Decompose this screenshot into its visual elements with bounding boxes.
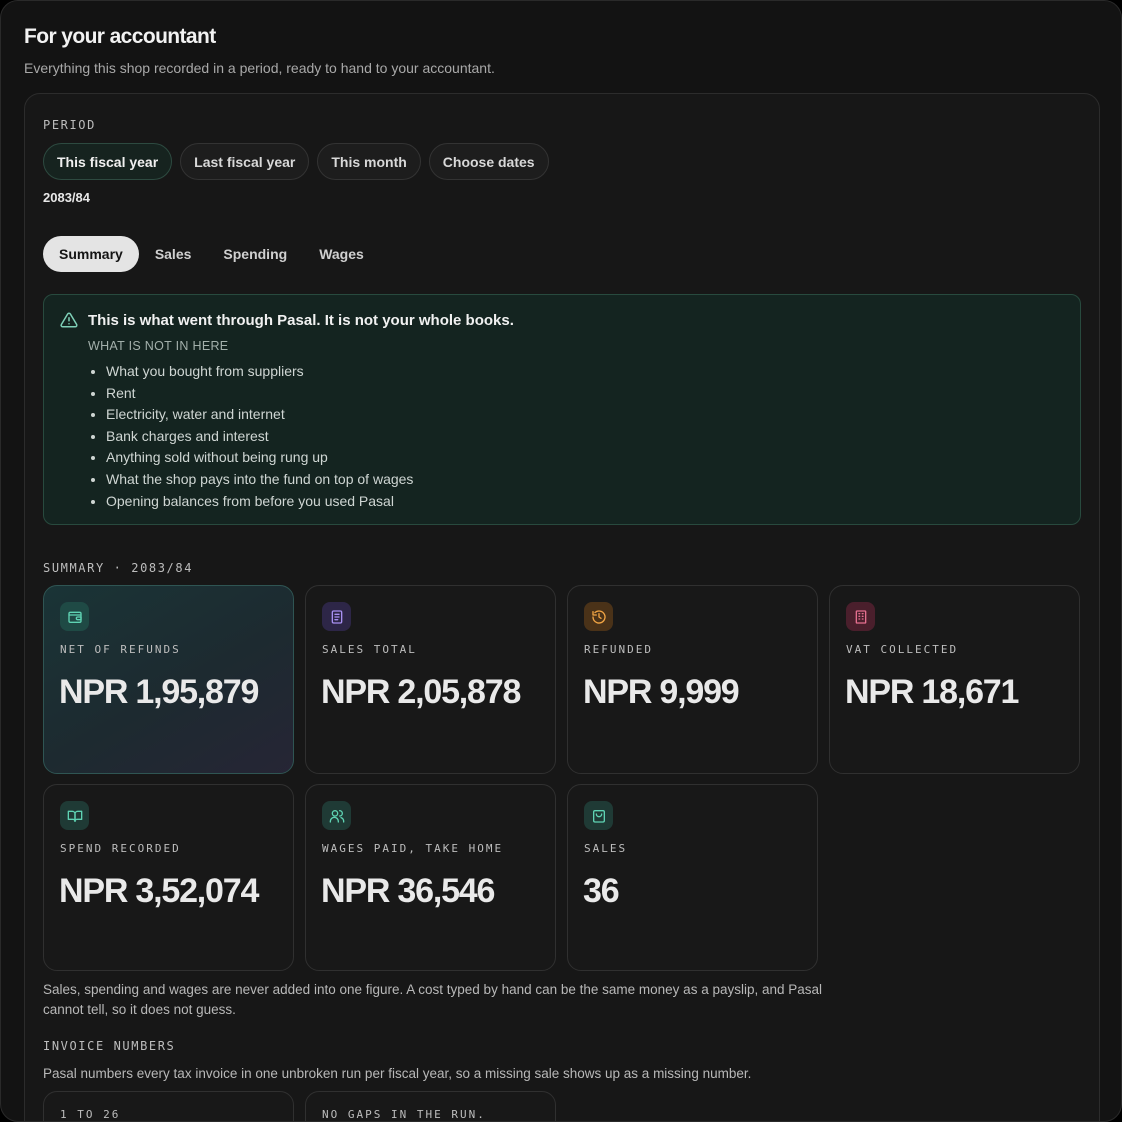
shopping-bag-icon	[584, 801, 613, 830]
card-label: REFUNDED	[584, 643, 653, 656]
period-option-choose-dates[interactable]: Choose dates	[428, 143, 549, 180]
card-sales-total: SALES TOTAL NPR 2,05,878	[305, 585, 556, 774]
list-item: Opening balances from before you used Pa…	[106, 491, 413, 513]
building-icon	[846, 602, 875, 631]
report-tabs: Summary Sales Spending Wages	[43, 236, 380, 272]
summary-cards: NET OF REFUNDS NPR 1,95,879 SALES TOTAL …	[43, 585, 1081, 975]
book-icon	[60, 801, 89, 830]
period-option-last-fiscal-year[interactable]: Last fiscal year	[180, 143, 310, 180]
card-label: VAT COLLECTED	[846, 643, 959, 656]
card-spend-recorded: SPEND RECORDED NPR 3,52,074	[43, 784, 294, 971]
card-value: NPR 3,52,074	[59, 872, 259, 910]
app-window: For your accountant Everything this shop…	[0, 0, 1122, 1122]
summary-label: SUMMARY · 2083/84	[43, 561, 194, 575]
card-value: 36	[583, 872, 620, 910]
invoice-range-card: 1 TO 26	[43, 1091, 294, 1121]
list-item: Rent	[106, 383, 413, 405]
period-value: 2083/84	[43, 190, 90, 205]
scope-notice: This is what went through Pasal. It is n…	[43, 294, 1081, 525]
card-value: NPR 36,546	[321, 872, 495, 910]
card-vat-collected: VAT COLLECTED NPR 18,671	[829, 585, 1080, 774]
page-title: For your accountant	[24, 25, 216, 48]
list-item: Bank charges and interest	[106, 426, 413, 448]
excluded-items-list: What you bought from suppliers Rent Elec…	[106, 361, 413, 512]
invoice-gaps-text: NO GAPS IN THE RUN.	[322, 1108, 486, 1121]
card-sales-count: SALES 36	[567, 784, 818, 971]
wallet-icon	[60, 602, 89, 631]
list-item: What the shop pays into the fund on top …	[106, 469, 413, 491]
list-item: Electricity, water and internet	[106, 404, 413, 426]
invoice-numbers-subtitle: Pasal numbers every tax invoice in one u…	[43, 1066, 752, 1081]
warning-triangle-icon	[60, 312, 78, 328]
invoice-gaps-card: NO GAPS IN THE RUN.	[305, 1091, 556, 1121]
users-icon	[322, 801, 351, 830]
notice-subtitle: WHAT IS NOT IN HERE	[88, 339, 229, 353]
card-wages-paid: WAGES PAID, TAKE HOME NPR 36,546	[305, 784, 556, 971]
tab-wages[interactable]: Wages	[303, 236, 380, 272]
receipt-icon	[322, 602, 351, 631]
card-label: SPEND RECORDED	[60, 842, 181, 855]
card-refunded: REFUNDED NPR 9,999	[567, 585, 818, 774]
period-option-this-fiscal-year[interactable]: This fiscal year	[43, 143, 173, 180]
invoice-range-text: 1 TO 26	[60, 1108, 121, 1121]
list-item: Anything sold without being rung up	[106, 447, 413, 469]
invoice-numbers-label: INVOICE NUMBERS	[43, 1039, 176, 1053]
card-label: WAGES PAID, TAKE HOME	[322, 842, 504, 855]
card-value: NPR 1,95,879	[59, 673, 259, 711]
summary-note: Sales, spending and wages are never adde…	[43, 982, 823, 1017]
card-value: NPR 18,671	[845, 673, 1019, 711]
page-subtitle: Everything this shop recorded in a perio…	[24, 60, 495, 76]
period-label: PERIOD	[43, 118, 96, 132]
card-label: SALES TOTAL	[322, 643, 417, 656]
tab-spending[interactable]: Spending	[207, 236, 303, 272]
period-option-this-month[interactable]: This month	[317, 143, 421, 180]
history-icon	[584, 602, 613, 631]
notice-title: This is what went through Pasal. It is n…	[88, 312, 514, 329]
card-value: NPR 2,05,878	[321, 673, 521, 711]
list-item: What you bought from suppliers	[106, 361, 413, 383]
tab-sales[interactable]: Sales	[139, 236, 208, 272]
card-net-of-refunds: NET OF REFUNDS NPR 1,95,879	[43, 585, 294, 774]
period-selector: This fiscal year Last fiscal year This m…	[43, 143, 549, 180]
tab-summary[interactable]: Summary	[43, 236, 139, 272]
accountant-panel: PERIOD This fiscal year Last fiscal year…	[24, 93, 1100, 1121]
card-label: NET OF REFUNDS	[60, 643, 181, 656]
card-value: NPR 9,999	[583, 673, 740, 711]
card-label: SALES	[584, 842, 628, 855]
